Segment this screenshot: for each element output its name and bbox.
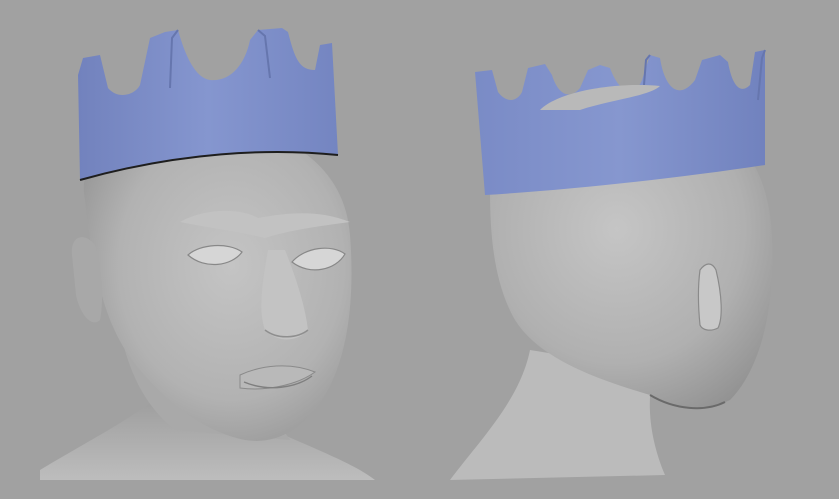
viewport-back-view[interactable]	[420, 0, 839, 499]
back-head-render	[450, 49, 773, 480]
viewport-front-view[interactable]	[0, 0, 420, 499]
modeling-viewport-stage	[0, 0, 839, 499]
front-head-render	[40, 28, 375, 480]
